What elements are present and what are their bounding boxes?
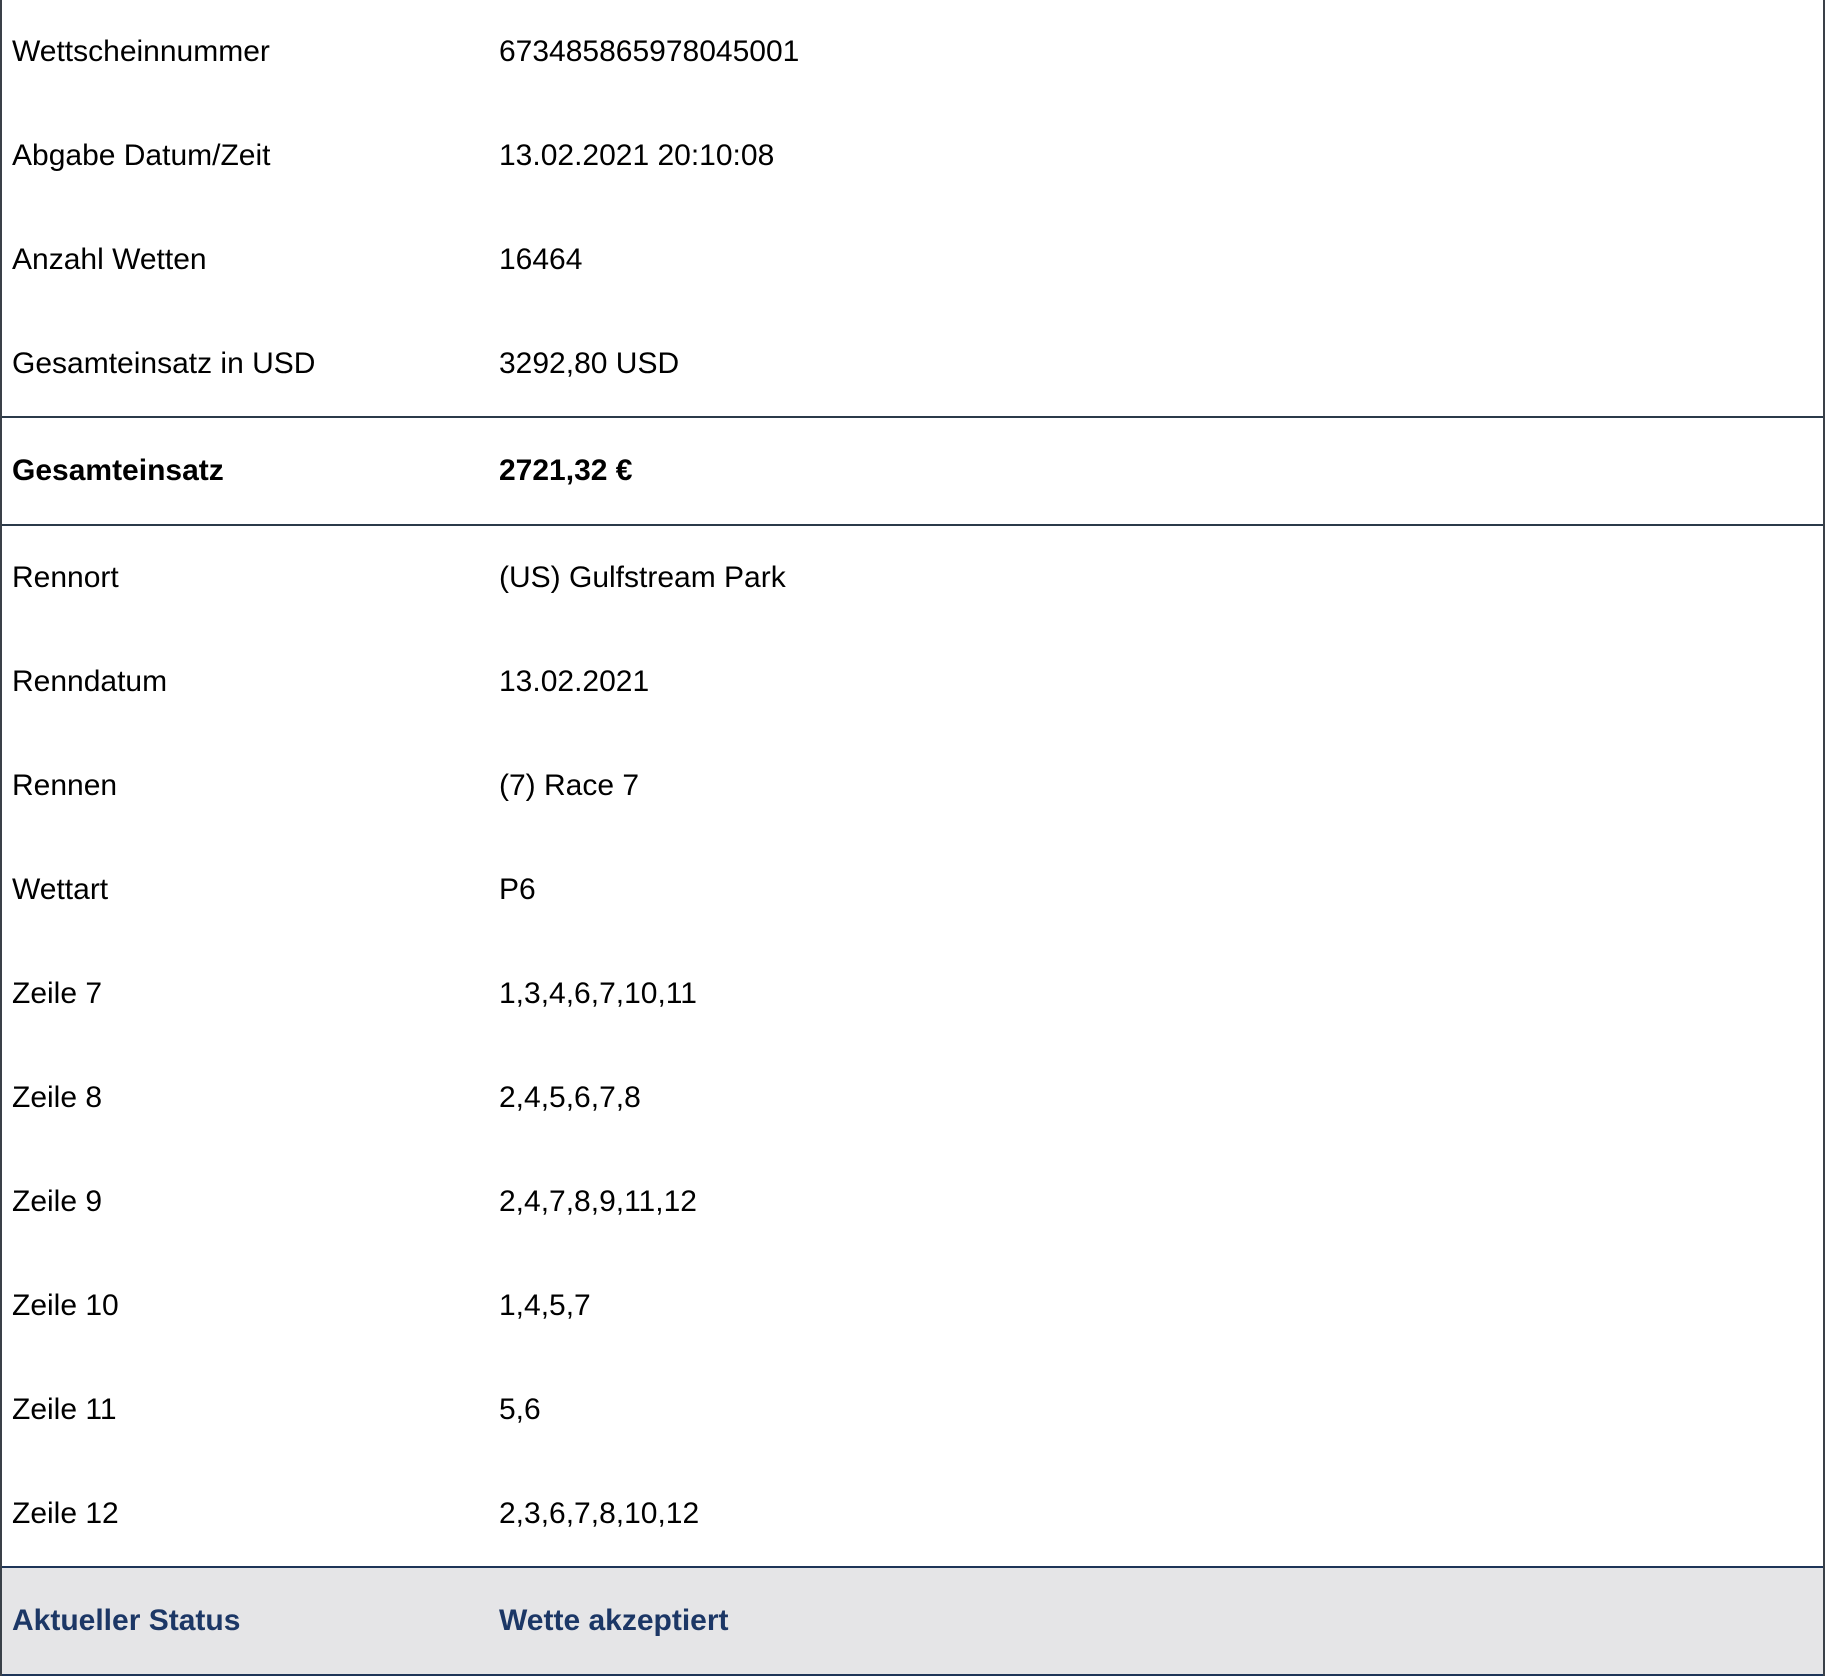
row-abgabe-datum-zeit: Abgabe Datum/Zeit 13.02.2021 20:10:08 xyxy=(2,104,1823,208)
row-label: Rennort xyxy=(12,561,119,594)
row-label: Zeile 9 xyxy=(12,1185,103,1218)
row-gesamteinsatz-usd: Gesamteinsatz in USD 3292,80 USD xyxy=(2,312,1823,416)
row-value: P6 xyxy=(499,873,536,906)
row-zeile-7: Zeile 7 1,3,4,6,7,10,11 xyxy=(2,942,1823,1046)
row-value: 3292,80 USD xyxy=(499,347,680,380)
row-value: 1,3,4,6,7,10,11 xyxy=(499,977,697,1010)
race-info-section: Rennort (US) Gulfstream Park Renndatum 1… xyxy=(2,526,1823,1566)
row-label: Zeile 8 xyxy=(12,1081,103,1114)
row-value: (US) Gulfstream Park xyxy=(499,561,786,594)
row-label: Gesamteinsatz in USD xyxy=(12,347,316,380)
row-value: 5,6 xyxy=(499,1393,541,1426)
row-value: 13.02.2021 20:10:08 xyxy=(499,139,775,172)
row-wettart: Wettart P6 xyxy=(2,838,1823,942)
bet-slip-details: Wettscheinnummer 673485865978045001 Abga… xyxy=(0,0,1825,1676)
total-label: Gesamteinsatz xyxy=(12,454,224,487)
row-zeile-12: Zeile 12 2,3,6,7,8,10,12 xyxy=(2,1462,1823,1566)
row-label: Zeile 7 xyxy=(12,977,103,1010)
row-anzahl-wetten: Anzahl Wetten 16464 xyxy=(2,208,1823,312)
row-value: 13.02.2021 xyxy=(499,665,650,698)
row-value: 673485865978045001 xyxy=(499,35,800,68)
status-label: Aktueller Status xyxy=(12,1604,241,1637)
row-rennen: Rennen (7) Race 7 xyxy=(2,734,1823,838)
row-rennort: Rennort (US) Gulfstream Park xyxy=(2,526,1823,630)
status-row: Aktueller Status Wette akzeptiert xyxy=(2,1566,1823,1676)
row-label: Zeile 10 xyxy=(12,1289,119,1322)
row-value: 1,4,5,7 xyxy=(499,1289,591,1322)
total-value: 2721,32 € xyxy=(499,454,633,487)
row-gesamteinsatz-total: Gesamteinsatz 2721,32 € xyxy=(2,416,1823,526)
row-renndatum: Renndatum 13.02.2021 xyxy=(2,630,1823,734)
row-value: 16464 xyxy=(499,243,583,276)
row-label: Wettscheinnummer xyxy=(12,35,270,68)
row-label: Zeile 11 xyxy=(12,1393,117,1426)
row-label: Wettart xyxy=(12,873,109,906)
row-value: (7) Race 7 xyxy=(499,769,640,802)
row-label: Zeile 12 xyxy=(12,1497,119,1530)
row-zeile-9: Zeile 9 2,4,7,8,9,11,12 xyxy=(2,1150,1823,1254)
row-label: Anzahl Wetten xyxy=(12,243,207,276)
ticket-info-section: Wettscheinnummer 673485865978045001 Abga… xyxy=(2,0,1823,416)
row-value: 2,4,5,6,7,8 xyxy=(499,1081,641,1114)
row-label: Renndatum xyxy=(12,665,168,698)
row-label: Rennen xyxy=(12,769,118,802)
row-zeile-10: Zeile 10 1,4,5,7 xyxy=(2,1254,1823,1358)
row-zeile-8: Zeile 8 2,4,5,6,7,8 xyxy=(2,1046,1823,1150)
status-value: Wette akzeptiert xyxy=(499,1604,729,1637)
row-wettscheinnummer: Wettscheinnummer 673485865978045001 xyxy=(2,0,1823,104)
row-label: Abgabe Datum/Zeit xyxy=(12,139,271,172)
row-value: 2,3,6,7,8,10,12 xyxy=(499,1497,700,1530)
row-zeile-11: Zeile 11 5,6 xyxy=(2,1358,1823,1462)
row-value: 2,4,7,8,9,11,12 xyxy=(499,1185,697,1218)
